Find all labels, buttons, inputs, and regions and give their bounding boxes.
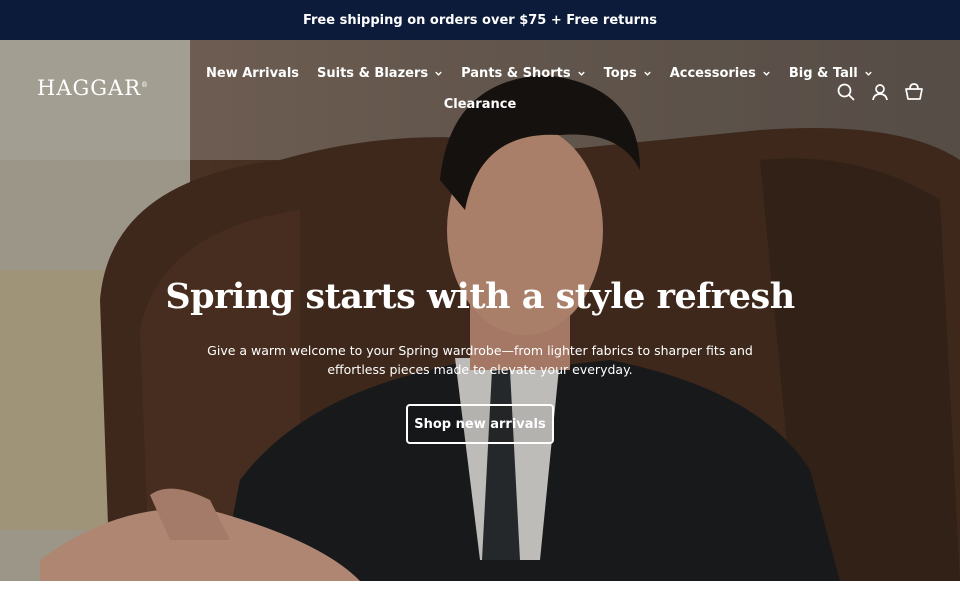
chevron-down-icon bbox=[435, 71, 442, 76]
nav-label: Suits & Blazers bbox=[317, 66, 429, 81]
main-nav: New Arrivals Suits & Blazers Pants & Sho… bbox=[206, 66, 873, 81]
search-icon[interactable] bbox=[836, 82, 856, 102]
nav-suits-blazers[interactable]: Suits & Blazers bbox=[317, 66, 443, 81]
cart-icon[interactable] bbox=[904, 82, 924, 102]
chevron-down-icon bbox=[865, 71, 872, 76]
nav-clearance[interactable]: Clearance bbox=[444, 97, 517, 112]
nav-label: Big & Tall bbox=[788, 66, 858, 81]
main-nav-row-2: Clearance bbox=[0, 97, 960, 112]
cta-label: Shop new arrivals bbox=[414, 416, 546, 432]
site-header: HAGGAR® New Arrivals Suits & Blazers Pan… bbox=[0, 40, 960, 130]
nav-label: Tops bbox=[603, 66, 637, 81]
announcement-text: Free shipping on orders over $75 + Free … bbox=[302, 12, 658, 28]
announcement-bar: Free shipping on orders over $75 + Free … bbox=[0, 0, 960, 40]
nav-accessories[interactable]: Accessories bbox=[670, 66, 771, 81]
account-icon[interactable] bbox=[870, 82, 890, 102]
nav-label: Accessories bbox=[669, 66, 756, 81]
chevron-down-icon bbox=[763, 71, 770, 76]
chevron-down-icon bbox=[577, 71, 585, 76]
nav-label: Clearance bbox=[443, 97, 517, 112]
chevron-down-icon bbox=[643, 71, 651, 76]
nav-label: Pants & Shorts bbox=[461, 66, 571, 81]
header-actions bbox=[836, 82, 924, 102]
logo-registered-mark: ® bbox=[141, 81, 150, 89]
nav-tops[interactable]: Tops bbox=[604, 66, 652, 81]
shop-new-arrivals-button[interactable]: Shop new arrivals bbox=[406, 404, 554, 444]
nav-big-tall[interactable]: Big & Tall bbox=[789, 66, 873, 81]
hero-description: Give a warm welcome to your Spring wardr… bbox=[207, 343, 753, 377]
nav-pants-shorts[interactable]: Pants & Shorts bbox=[461, 66, 585, 81]
hero-title: Spring starts with a style refresh bbox=[165, 276, 795, 317]
nav-label: New Arrivals bbox=[206, 66, 300, 81]
nav-new-arrivals[interactable]: New Arrivals bbox=[206, 66, 299, 81]
